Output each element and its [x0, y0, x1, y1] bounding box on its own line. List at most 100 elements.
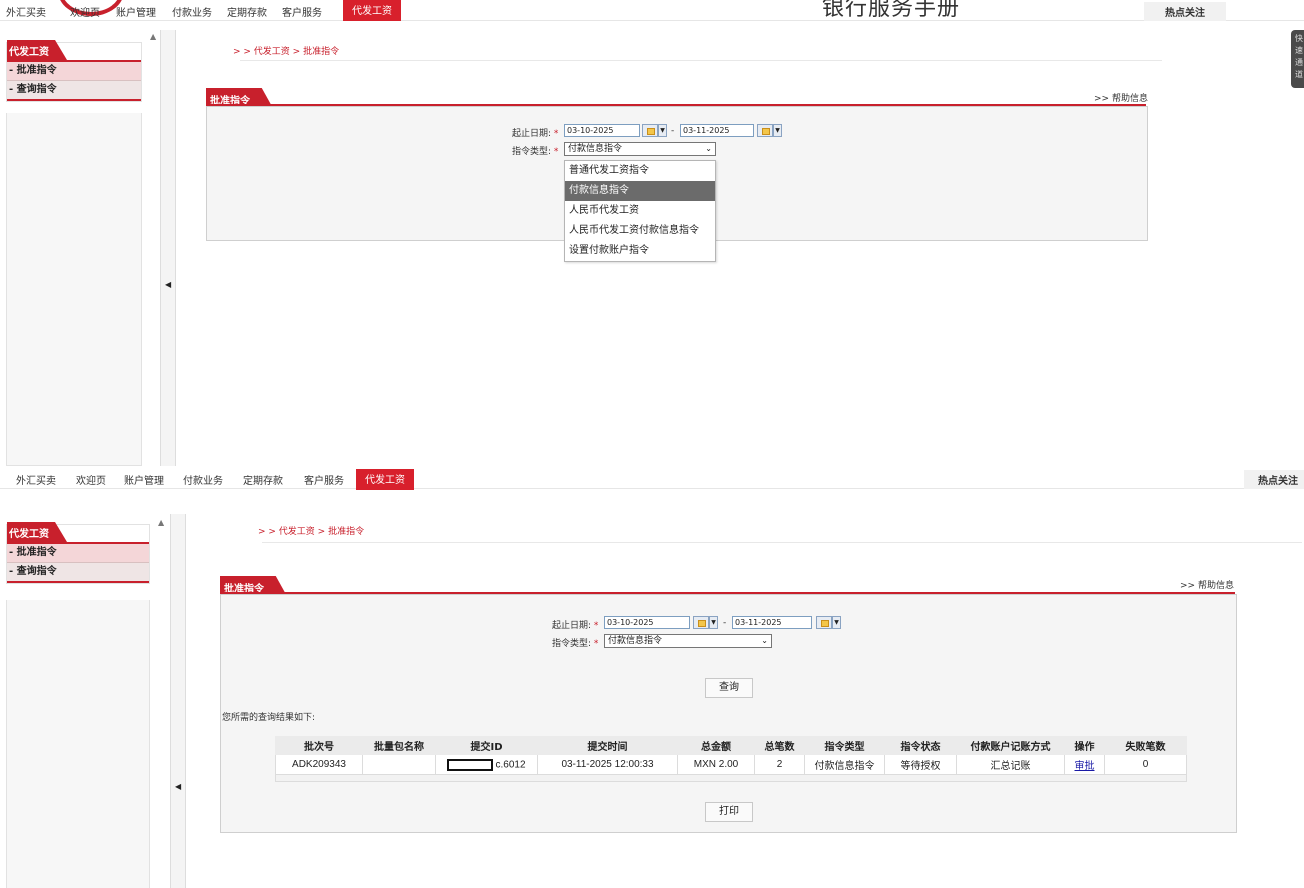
cell-submit-time: 03-11-2025 12:00:33 — [537, 754, 678, 775]
submit-id-suffix: c.6012 — [495, 759, 526, 771]
quick-access-char-2: 速 — [1295, 46, 1303, 55]
col-submit-time: 提交时间 — [537, 736, 678, 755]
date-range-label: 起止日期: * — [552, 621, 599, 631]
breadcrumb-divider — [262, 542, 1302, 543]
redaction-box — [447, 758, 494, 771]
nav-time-deposit[interactable]: 定期存款 — [227, 4, 267, 19]
col-action: 操作 — [1064, 736, 1105, 755]
start-date-calendar-icon[interactable] — [693, 616, 709, 629]
table-spacer — [275, 774, 1187, 782]
nav-welcome[interactable]: 欢迎页 — [76, 472, 106, 487]
nav-payroll[interactable]: 代发工资 — [356, 469, 414, 490]
help-link[interactable]: >> 帮助信息 — [1094, 91, 1148, 104]
results-header-row: 批次号 批量包名称 提交ID 提交时间 总金额 总笔数 指令类型 指令状态 付款… — [275, 736, 1187, 755]
query-panel — [220, 594, 1237, 833]
screenshot-approve-results: 外汇买卖 欢迎页 账户管理 付款业务 定期存款 客户服务 代发工资 热点关注 代… — [0, 466, 1304, 888]
results-caption: 您所需的查询结果如下: — [222, 713, 316, 723]
option-set-payment-account[interactable]: 设置付款账户指令 — [565, 241, 715, 261]
col-submit-id: 提交ID — [435, 736, 538, 755]
hot-topics-button[interactable]: 热点关注 — [1144, 2, 1226, 21]
start-date-dropdown-icon[interactable]: ▼ — [709, 616, 718, 629]
instruction-type-label: 指令类型: * — [512, 147, 559, 157]
col-total-count: 总笔数 — [754, 736, 805, 755]
sidebar-item-query[interactable]: - 查询指令 — [7, 563, 149, 583]
print-button[interactable]: 打印 — [705, 802, 753, 822]
instruction-type-selected: 付款信息指令 — [568, 144, 623, 154]
start-date-calendar-icon[interactable] — [642, 124, 658, 137]
instruction-type-options: 普通代发工资指令 付款信息指令 人民币代发工资 人民币代发工资付款信息指令 设置… — [564, 160, 716, 262]
start-date-input[interactable] — [604, 616, 690, 629]
nav-fx-trading[interactable]: 外汇买卖 — [6, 4, 46, 19]
scroll-up-icon[interactable]: ▲ — [150, 32, 156, 41]
end-date-dropdown-icon[interactable]: ▼ — [832, 616, 841, 629]
nav-account-management[interactable]: 账户管理 — [116, 4, 156, 19]
cell-batch-no: ADK209343 — [275, 754, 363, 775]
frame-splitter[interactable] — [170, 514, 186, 888]
nav-fx-trading[interactable]: 外汇买卖 — [16, 472, 56, 487]
col-instruction-type: 指令类型 — [804, 736, 885, 755]
help-link[interactable]: >> 帮助信息 — [1180, 578, 1234, 591]
date-range-separator: - — [671, 126, 675, 136]
end-date-input[interactable] — [680, 124, 754, 137]
sidebar-item-query[interactable]: - 查询指令 — [7, 81, 141, 101]
cell-package-name — [362, 754, 436, 775]
instruction-type-select[interactable]: 付款信息指令 ⌄ — [564, 142, 716, 156]
table-row: ADK209343 c.6012 03-11-2025 12:00:33 MXN… — [275, 754, 1187, 775]
nav-payment-services[interactable]: 付款业务 — [183, 472, 223, 487]
top-nav: 外汇买卖 欢迎页 账户管理 付款业务 定期存款 客户服务 代发工资 热点关注 — [0, 0, 1304, 21]
sidebar: 代发工资 - 批准指令 - 查询指令 — [6, 40, 142, 102]
start-date-input[interactable] — [564, 124, 640, 137]
sidebar-body — [6, 113, 142, 466]
breadcrumb: > > 代发工资 > 批准指令 — [233, 47, 340, 57]
quick-access-char-4: 道 — [1295, 70, 1303, 79]
nav-payment-services[interactable]: 付款业务 — [172, 4, 212, 19]
results-table: 批次号 批量包名称 提交ID 提交时间 总金额 总笔数 指令类型 指令状态 付款… — [275, 736, 1187, 782]
sidebar: 代发工资 - 批准指令 - 查询指令 — [6, 522, 150, 584]
instruction-type-select[interactable]: 付款信息指令 ⌄ — [604, 634, 772, 648]
col-failed-count: 失败笔数 — [1104, 736, 1187, 755]
cell-action: 审批 — [1064, 754, 1105, 775]
nav-time-deposit[interactable]: 定期存款 — [243, 472, 283, 487]
option-rmb-payroll[interactable]: 人民币代发工资 — [565, 201, 715, 221]
nav-customer-service[interactable]: 客户服务 — [282, 4, 322, 19]
nav-payroll[interactable]: 代发工资 — [343, 0, 401, 21]
cell-submit-id: c.6012 — [435, 754, 538, 775]
frame-splitter[interactable] — [160, 30, 176, 466]
top-nav: 外汇买卖 欢迎页 账户管理 付款业务 定期存款 客户服务 代发工资 热点关注 — [0, 466, 1304, 490]
option-regular-payroll[interactable]: 普通代发工资指令 — [565, 161, 715, 181]
table-spacer-row — [275, 774, 1187, 782]
end-date-dropdown-icon[interactable]: ▼ — [773, 124, 782, 137]
start-date-dropdown-icon[interactable]: ▼ — [658, 124, 667, 137]
sidebar-header: 代发工资 — [7, 522, 149, 544]
hot-topics-button[interactable]: 热点关注 — [1244, 470, 1304, 489]
option-rmb-payroll-payment-info[interactable]: 人民币代发工资付款信息指令 — [565, 221, 715, 241]
option-payment-info[interactable]: 付款信息指令 — [565, 181, 715, 201]
sidebar-item-approve[interactable]: - 批准指令 — [7, 544, 149, 563]
cell-total-count: 2 — [754, 754, 805, 775]
sidebar-title: 代发工资 — [7, 40, 67, 60]
screenshot-approve-dropdown-open: 银行服务手册 外汇买卖 欢迎页 账户管理 付款业务 定期存款 客户服务 代发工资… — [0, 0, 1304, 466]
nav-welcome[interactable]: 欢迎页 — [70, 4, 100, 19]
nav-account-management[interactable]: 账户管理 — [124, 472, 164, 487]
end-date-calendar-icon[interactable] — [816, 616, 832, 629]
cell-instruction-type: 付款信息指令 — [804, 754, 885, 775]
collapse-sidebar-icon[interactable]: ◀ — [165, 280, 171, 289]
breadcrumb: > > 代发工资 > 批准指令 — [258, 527, 365, 537]
quick-access-tab[interactable]: 快 速 通 道 — [1291, 30, 1304, 88]
quick-access-char-3: 通 — [1295, 58, 1303, 67]
approve-link[interactable]: 审批 — [1075, 761, 1095, 772]
col-accounting-method: 付款账户记账方式 — [956, 736, 1065, 755]
sidebar-title: 代发工资 — [7, 522, 67, 542]
date-range-separator: - — [723, 618, 727, 628]
cell-failed-count: 0 — [1104, 754, 1187, 775]
sidebar-header: 代发工资 — [7, 40, 141, 62]
nav-customer-service[interactable]: 客户服务 — [304, 472, 344, 487]
collapse-sidebar-icon[interactable]: ◀ — [175, 782, 181, 791]
end-date-calendar-icon[interactable] — [757, 124, 773, 137]
col-batch-no: 批次号 — [275, 736, 363, 755]
scroll-up-icon[interactable]: ▲ — [158, 518, 164, 527]
query-button[interactable]: 查询 — [705, 678, 753, 698]
chevron-down-icon: ⌄ — [705, 144, 712, 153]
end-date-input[interactable] — [732, 616, 812, 629]
sidebar-item-approve[interactable]: - 批准指令 — [7, 62, 141, 81]
